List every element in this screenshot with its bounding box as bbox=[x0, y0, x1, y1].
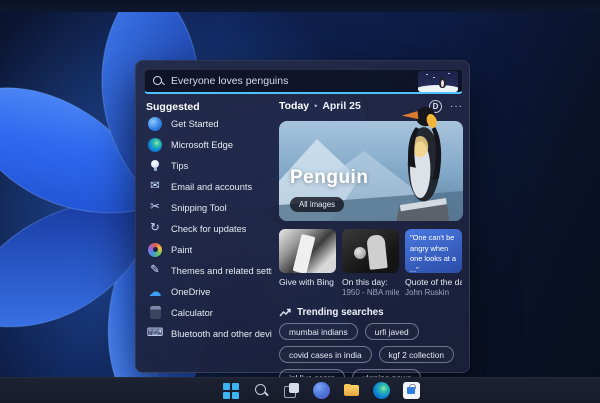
sidebar-item-bluetooth-devices[interactable]: ⌨ Bluetooth and other devices sett... bbox=[146, 323, 274, 344]
sidebar-item-themes[interactable]: ✎ Themes and related settings bbox=[146, 260, 274, 281]
quote-of-the-day-card[interactable]: "One can't be angry when one looks at a … bbox=[405, 229, 462, 298]
envelope-icon: ✉ bbox=[150, 179, 160, 192]
on-this-day-photo bbox=[342, 229, 399, 273]
all-images-button[interactable]: All images bbox=[290, 197, 344, 212]
get-started-icon bbox=[148, 116, 162, 131]
quote-box: "One can't be angry when one looks at a … bbox=[405, 229, 462, 273]
info-cards-row: Give with Bing On this day: 1950 - NBA m… bbox=[279, 229, 463, 298]
trending-pill[interactable]: mumbai indians bbox=[279, 323, 358, 340]
search-highlights: Today • April 25 D ··· Penguin All image… bbox=[279, 97, 463, 386]
scissors-icon: ✂ bbox=[150, 200, 160, 213]
dot-separator: • bbox=[314, 101, 318, 111]
start-button[interactable] bbox=[222, 382, 240, 399]
onedrive-cloud-icon: ☁ bbox=[148, 284, 162, 299]
penguin-night-illustration-icon bbox=[418, 70, 458, 92]
taskbar bbox=[0, 377, 600, 403]
calculator-icon bbox=[149, 306, 161, 319]
sidebar-item-get-started[interactable]: Get Started bbox=[146, 113, 274, 134]
today-label: Today bbox=[279, 100, 310, 112]
file-explorer-icon[interactable] bbox=[343, 382, 360, 399]
give-with-bing-photo bbox=[279, 229, 336, 273]
hero-penguin-card[interactable]: Penguin All images bbox=[279, 106, 463, 221]
suggested-list: Get Started Microsoft Edge Tips ✉ Email … bbox=[146, 113, 274, 344]
sidebar-item-email-accounts[interactable]: ✉ Email and accounts bbox=[146, 176, 274, 197]
on-this-day-card[interactable]: On this day: 1950 - NBA miles... bbox=[342, 229, 399, 298]
sidebar-item-calculator[interactable]: Calculator bbox=[146, 302, 274, 323]
emperor-penguin-icon bbox=[396, 106, 450, 221]
devices-keyboard-icon: ⌨ bbox=[146, 326, 164, 339]
sidebar-item-snipping-tool[interactable]: ✂ Snipping Tool bbox=[146, 197, 274, 218]
sidebar-item-tips[interactable]: Tips bbox=[146, 155, 274, 176]
paint-palette-icon bbox=[148, 242, 162, 257]
desktop: Everyone loves penguins Suggested Get St… bbox=[0, 0, 600, 403]
lightbulb-icon bbox=[148, 159, 162, 173]
hero-title: Penguin bbox=[290, 167, 369, 188]
refresh-icon: ↻ bbox=[150, 221, 160, 234]
pencil-icon: ✎ bbox=[150, 263, 160, 276]
trending-pill[interactable]: kgf 2 collection bbox=[378, 346, 455, 363]
sidebar-item-microsoft-edge[interactable]: Microsoft Edge bbox=[146, 134, 274, 155]
sidebar-item-check-updates[interactable]: ↻ Check for updates bbox=[146, 218, 274, 239]
suggested-header: Suggested bbox=[146, 101, 200, 113]
give-with-bing-card[interactable]: Give with Bing bbox=[279, 229, 336, 298]
search-input[interactable]: Everyone loves penguins bbox=[171, 75, 418, 87]
trending-header: Trending searches bbox=[279, 307, 384, 318]
windows-search-panel: Everyone loves penguins Suggested Get St… bbox=[135, 60, 470, 386]
microsoft-store-icon[interactable] bbox=[402, 382, 420, 399]
trending-up-icon bbox=[279, 308, 291, 316]
widgets-icon[interactable] bbox=[312, 382, 330, 399]
trending-pill[interactable]: urfi javed bbox=[364, 323, 419, 340]
search-icon bbox=[153, 75, 164, 87]
sidebar-item-paint[interactable]: Paint bbox=[146, 239, 274, 260]
taskbar-search-icon[interactable] bbox=[253, 382, 270, 399]
microsoft-edge-icon bbox=[148, 137, 162, 152]
trending-pill[interactable]: covid cases in india bbox=[279, 346, 372, 363]
top-screen-edge bbox=[0, 0, 600, 12]
task-view-icon[interactable] bbox=[283, 382, 300, 399]
edge-browser-icon[interactable] bbox=[372, 382, 390, 399]
search-box[interactable]: Everyone loves penguins bbox=[144, 69, 463, 94]
sidebar-item-onedrive[interactable]: ☁ OneDrive bbox=[146, 281, 274, 302]
